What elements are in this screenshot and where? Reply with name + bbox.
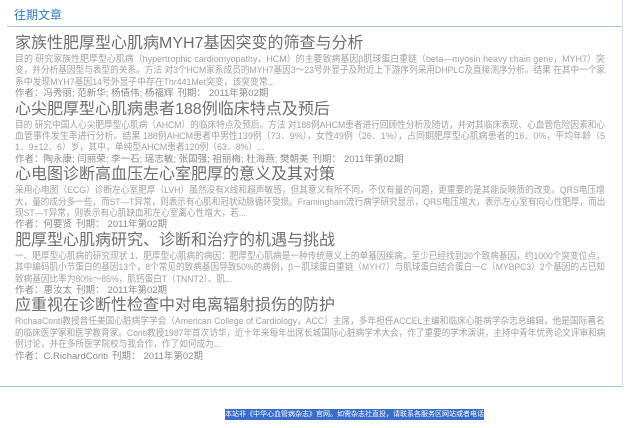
article-meta: 作者：何要贤 刊期： 2011年第02期: [15, 219, 605, 230]
abstract-line: 采用心电图（ECG）诊断左心室肥厚（LVH）虽然没有X线和超声敏感，但其意义有所…: [15, 185, 605, 197]
abstract-line: 目的 研究家族性肥厚型心肌病（hypertrophic cardiomyopat…: [15, 54, 605, 65]
article-item: 家族性肥厚型心肌病MYH7基因突变的筛查与分析 目的 研究家族性肥厚型心肌病（h…: [15, 34, 605, 100]
abstract-line: RichaaConti教授曾任美国心脏病学学会（American College…: [15, 316, 605, 328]
abstract-line: 变，并分析基因型与表型的关系。方法 对3个HCM家系成员的MYH7基因3～23号…: [15, 65, 605, 77]
article-abstract: RichaaConti教授曾任美国心脏病学学会（American College…: [15, 316, 605, 350]
article-item: 应重视在诊断性检查中对电离辐射损伤的防护 RichaaConti教授曾任美国心脏…: [15, 296, 605, 362]
article-meta-line: 作者：陶永康; 闫丽荣; 李一石; 瑶志敏; 张国强; 祖丽梅; 杜海燕; 樊朝…: [15, 154, 403, 165]
article-abstract: 一、肥厚型心肌病的研究现状 1．肥厚型心肌病的病因：肥厚型心肌病是一种传统意义上…: [15, 251, 605, 285]
issue-value: 2011年第02期: [208, 88, 269, 100]
abstract-line: 一、肥厚型心肌病的研究现状 1．肥厚型心肌病的病因：肥厚型心肌病是一种传统意义上…: [15, 250, 605, 262]
abstract-line: 其中编码肌小节蛋白的基因13个，8个常见的致病基因导致50%的病例，β－肌球蛋白…: [15, 262, 605, 274]
abstract-line: 血管事件发生率进行分析。结果 188例AHCM患者中男性139例（73．9%），…: [15, 130, 605, 142]
article-abstract: 目的 研究中国人心尖肥厚型心肌病（AHCM）的临床特点及预后。方法 对188例A…: [15, 120, 605, 154]
article-abstract: 采用心电图（ECG）诊断左心室肥厚（LVH）虽然没有X线和超声敏感，但其意义有所…: [15, 185, 605, 219]
article-item: 肥厚型心肌病研究、诊断和治疗的机遇与挑战 一、肥厚型心肌病的研究现状 1．肥厚型…: [15, 231, 605, 297]
article-title-row: 应重视在诊断性检查中对电离辐射损伤的防护: [15, 296, 605, 316]
author-names: 冯秀丽; 范新华; 杨倩伟; 杨福辉: [43, 88, 174, 100]
site-notice-selected-text: 本站非《中华心血管病杂志》官网。如需杂志社直投，请联系各服务区网站或者电话: [225, 409, 484, 420]
abstract-line: 例讨论，并在多所医学院校与我合作，作了如何成为...: [15, 339, 221, 351]
issue-label: 刊期：: [312, 153, 341, 165]
article-title-row: 家族性肥厚型心肌病MYH7基因突变的筛查与分析: [15, 34, 605, 54]
author-names: C.RichardConti: [43, 350, 108, 362]
abstract-line: 大，量的成分多一些，而ST—T异常，则表示有心肌和冠状动脉循环受损。Framin…: [15, 196, 605, 208]
issue-label: 刊期：: [177, 88, 206, 100]
issue-value: 2011年第02期: [343, 153, 404, 165]
article-meta-line: 作者：何要贤 刊期： 2011年第02期: [15, 219, 167, 230]
article-title-link[interactable]: 心尖肥厚型心肌病患者188例临床特点及预后: [15, 100, 330, 120]
past-articles-panel: 往期文章 家族性肥厚型心肌病MYH7基因突变的筛查与分析 目的 研究家族性肥厚型…: [0, 0, 623, 387]
author-label: 作者：: [15, 350, 44, 362]
abstract-line: 致病基因比率为80%～85%，肌钙蛋白T（TNNT2）、肌...: [15, 273, 233, 285]
article-meta-line: 作者：惠汝太 刊期： 2011年第02期: [15, 285, 167, 296]
article-abstract: 目的 研究家族性肥厚型心肌病（hypertrophic cardiomyopat…: [15, 54, 605, 88]
article-item: 心电图诊断高血压左心室肥厚的意义及其对策 采用心电图（ECG）诊断左心室肥厚（L…: [15, 165, 605, 231]
issue-label: 刊期：: [76, 284, 105, 296]
article-title-link[interactable]: 应重视在诊断性检查中对电离辐射损伤的防护: [15, 296, 335, 316]
abstract-line: 的临床医学家和医学教育家。Conti教授1987年首次访华，近十年来每年出席长城…: [15, 327, 605, 339]
issue-label: 刊期：: [76, 219, 105, 231]
issue-label: 刊期：: [111, 350, 141, 362]
article-title-row: 心电图诊断高血压左心室肥厚的意义及其对策: [15, 165, 605, 185]
section-title: 往期文章: [14, 8, 63, 22]
article-title-link[interactable]: 心电图诊断高血压左心室肥厚的意义及其对策: [15, 165, 335, 185]
abstract-line: 现ST—T异常，则表示有心肌缺血和左心室离心性增大，若...: [15, 207, 246, 219]
section-divider: [7, 26, 622, 27]
author-label: 作者：: [15, 284, 44, 296]
abstract-line: 系中发现MYH7基因14号外显子中存在Thr441Met突变，该突变常...: [15, 76, 275, 88]
article-title-row: 肥厚型心肌病研究、诊断和治疗的机遇与挑战: [15, 231, 605, 251]
article-meta: 作者：C.RichardConti 刊期： 2011年第02期: [15, 351, 605, 362]
author-names: 惠汝太: [43, 284, 73, 296]
author-names: 何要贤: [43, 219, 73, 231]
author-names: 陶永康; 闫丽荣; 李一石; 瑶志敏; 张国强; 祖丽梅; 杜海燕; 樊朝美: [43, 153, 309, 165]
issue-value: 2011年第02期: [107, 284, 168, 296]
issue-value: 2011年第02期: [107, 219, 168, 231]
author-label: 作者：: [15, 219, 44, 231]
article-title-link[interactable]: 家族性肥厚型心肌病MYH7基因突变的筛查与分析: [15, 34, 363, 54]
article-meta-line: 作者：C.RichardConti 刊期： 2011年第02期: [15, 351, 203, 362]
site-notice-text: 本站非《中华心血管病杂志》官网。如需杂志社直投，请联系各服务区网站或者电话: [225, 411, 484, 418]
article-meta: 作者：惠汝太 刊期： 2011年第02期: [15, 285, 605, 296]
article-title-link[interactable]: 肥厚型心肌病研究、诊断和治疗的机遇与挑战: [15, 231, 335, 251]
author-label: 作者：: [15, 153, 44, 165]
article-meta-line: 作者：冯秀丽; 范新华; 杨倩伟; 杨福辉 刊期： 2011年第02期: [15, 88, 268, 99]
article-title-row: 心尖肥厚型心肌病患者188例临床特点及预后: [15, 100, 605, 120]
author-label: 作者：: [15, 88, 44, 100]
article-meta: 作者：陶永康; 闫丽荣; 李一石; 瑶志敏; 张国强; 祖丽梅; 杜海燕; 樊朝…: [15, 154, 605, 165]
article-meta: 作者：冯秀丽; 范新华; 杨倩伟; 杨福辉 刊期： 2011年第02期: [15, 88, 605, 99]
abstract-line: 1．9±12．6）岁，其中，单纯型AHCM患者120例（63．8%）...: [15, 142, 265, 154]
article-list: 家族性肥厚型心肌病MYH7基因突变的筛查与分析 目的 研究家族性肥厚型心肌病（h…: [15, 34, 605, 362]
issue-value: 2011年第02期: [143, 350, 203, 362]
article-item: 心尖肥厚型心肌病患者188例临床特点及预后 目的 研究中国人心尖肥厚型心肌病（A…: [15, 100, 605, 166]
abstract-line: 目的 研究中国人心尖肥厚型心肌病（AHCM）的临床特点及预后。方法 对188例A…: [15, 119, 605, 131]
